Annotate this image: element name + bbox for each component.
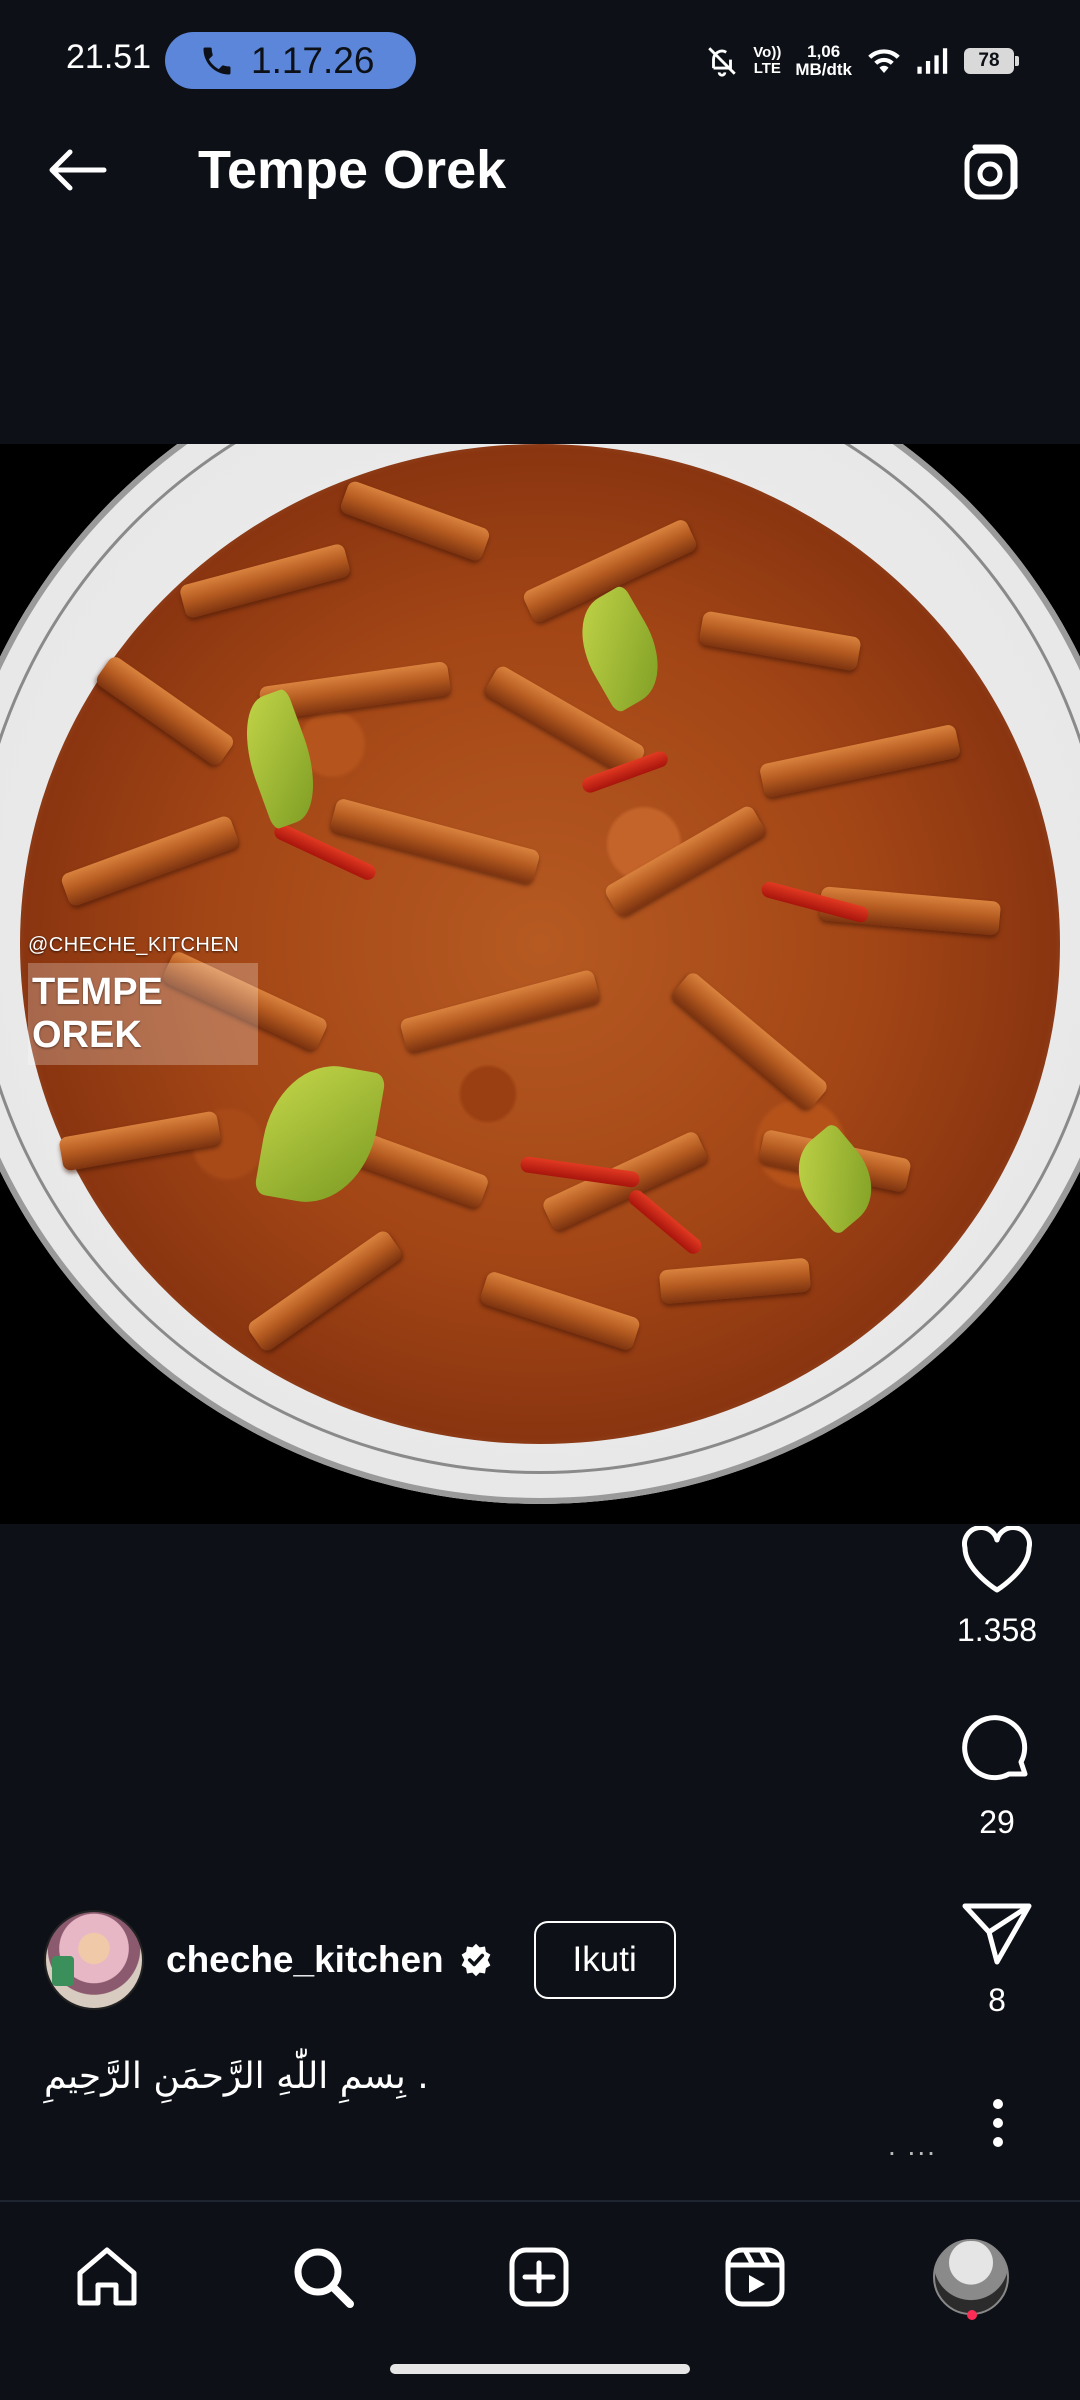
watermark-handle: @CHECHE_KITCHEN <box>28 934 240 956</box>
more-options-button[interactable] <box>968 2088 1028 2158</box>
nav-create[interactable] <box>494 2232 584 2322</box>
nav-reels[interactable] <box>710 2232 800 2322</box>
bell-off-icon <box>708 47 737 77</box>
volte-bottom: LTE <box>753 60 781 77</box>
top-app-bar: Tempe Orek <box>0 100 1080 240</box>
reels-icon <box>725 2247 785 2307</box>
notification-dot <box>967 2310 977 2320</box>
status-time: 21.51 <box>66 38 152 76</box>
battery-indicator: 78 <box>964 48 1019 74</box>
home-icon <box>77 2247 137 2306</box>
status-icons: Vo)) LTE 1,06 MB/dtk 78 <box>705 36 1019 86</box>
caption-more[interactable]: . ... <box>888 2130 937 2162</box>
nav-search[interactable] <box>278 2232 368 2322</box>
follow-button[interactable]: Ikuti <box>533 1921 676 1999</box>
post-image[interactable]: @CHECHE_KITCHEN TEMPE OREK <box>0 444 1080 1524</box>
page-title: Tempe Orek <box>198 140 507 200</box>
signal-icon <box>917 48 948 74</box>
status-bar: 21.51 1.17.26 Vo)) LTE 1,06 MB/dtk 78 <box>0 0 1080 92</box>
watermark-title: TEMPE OREK <box>28 963 258 1065</box>
like-action[interactable]: 1.358 <box>937 1526 1057 1649</box>
nav-profile[interactable] <box>926 2232 1016 2322</box>
camera-icon <box>964 144 1018 200</box>
verified-badge-icon <box>461 1943 491 1977</box>
author-username[interactable]: cheche_kitchen <box>166 1939 444 1981</box>
more-vertical-icon <box>993 2099 1003 2147</box>
share-count[interactable]: 8 <box>988 1982 1006 2019</box>
network-speed: 1,06 MB/dtk <box>795 43 852 79</box>
back-button[interactable] <box>40 140 112 200</box>
phone-icon <box>203 47 231 74</box>
plus-square-icon <box>509 2247 569 2307</box>
volte-top: Vo)) <box>753 44 782 61</box>
net-speed-unit: MB/dtk <box>795 60 852 79</box>
image-watermark: @CHECHE_KITCHEN TEMPE OREK <box>28 934 258 1065</box>
comment-count[interactable]: 29 <box>979 1804 1015 1841</box>
camera-button[interactable] <box>958 138 1028 208</box>
like-count[interactable]: 1.358 <box>957 1612 1037 1649</box>
call-timer: 1.17.26 <box>251 39 375 81</box>
home-indicator[interactable] <box>390 2364 690 2374</box>
net-speed-value: 1,06 <box>807 42 841 61</box>
arrow-left-icon <box>49 149 107 191</box>
search-icon <box>294 2248 354 2308</box>
wifi-icon <box>868 49 900 73</box>
share-action[interactable]: 8 <box>937 1900 1057 2019</box>
comment-icon[interactable] <box>959 1712 1035 1788</box>
post-caption[interactable]: بِسمِ اللّٰهِ الرَّحمَنِ الرَّحِيمِ . <box>44 2056 429 2097</box>
nav-home[interactable] <box>62 2232 152 2322</box>
ongoing-call-pill[interactable]: 1.17.26 <box>165 32 416 89</box>
post-author-row: cheche_kitchen Ikuti <box>44 1910 676 2010</box>
heart-icon[interactable] <box>959 1526 1035 1596</box>
profile-avatar <box>933 2239 1009 2315</box>
send-icon[interactable] <box>959 1900 1035 1966</box>
comment-action[interactable]: 29 <box>937 1712 1057 1841</box>
volte-indicator: Vo)) LTE <box>753 45 781 77</box>
author-avatar[interactable] <box>44 1910 144 2010</box>
